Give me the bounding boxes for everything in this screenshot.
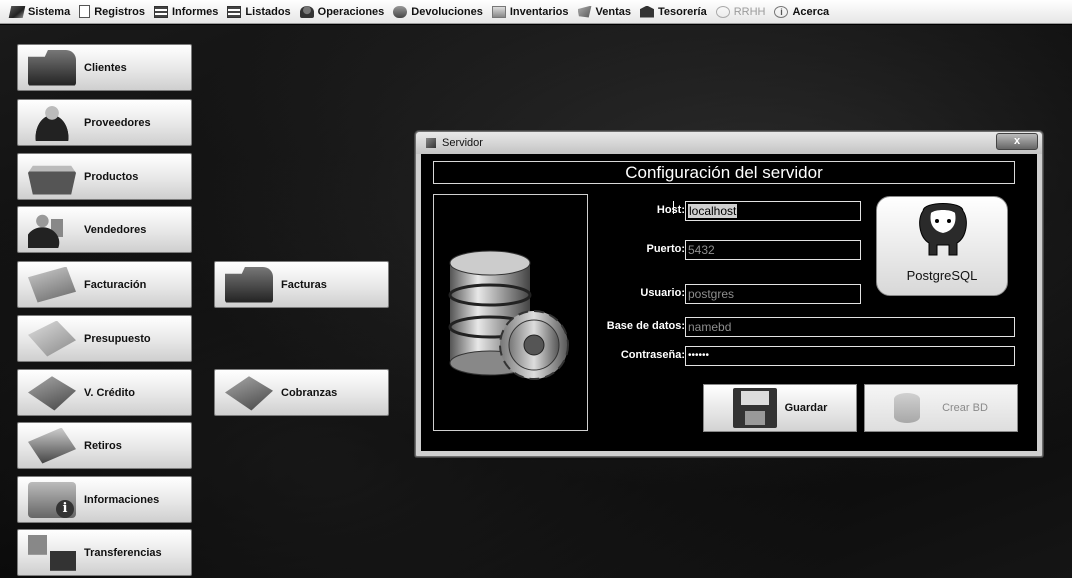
cobranzas-label: Cobranzas	[281, 386, 338, 399]
invoice-documents-icon	[28, 266, 76, 303]
elephant-icon	[919, 203, 967, 256]
facturas-label: Facturas	[281, 278, 327, 291]
collections-money-icon	[225, 376, 273, 411]
presupuesto-label: Presupuesto	[84, 332, 151, 345]
clientes-button[interactable]: Clientes	[17, 44, 192, 91]
proveedores-button[interactable]: Proveedores	[17, 99, 192, 146]
menu-tesoreria[interactable]: Tesorería	[639, 5, 707, 18]
transfer-arrows-icon	[28, 534, 76, 571]
dialog-titlebar[interactable]: Servidor	[416, 132, 1042, 154]
invoices-folder-icon	[225, 266, 273, 303]
transferencias-label: Transferencias	[84, 546, 162, 559]
retiros-label: Retiros	[84, 439, 122, 452]
puerto-label: Puerto:	[646, 243, 686, 255]
usuario-label: Usuario:	[640, 287, 685, 299]
withdrawal-cash-icon	[28, 427, 76, 464]
retiros-button[interactable]: Retiros	[17, 422, 192, 469]
crear-bd-button[interactable]: Crear BD	[864, 384, 1018, 432]
clients-folder-icon	[28, 49, 76, 86]
menu-operaciones[interactable]: Operaciones	[299, 5, 384, 18]
informaciones-label: Informaciones	[84, 493, 160, 506]
base-datos-value: namebd	[688, 320, 732, 334]
tesoreria-icon	[639, 5, 654, 18]
menu-bar: Sistema Registros Informes Listados Oper…	[0, 0, 1072, 24]
menu-informes[interactable]: Informes	[153, 5, 218, 18]
informaciones-button[interactable]: Informaciones	[17, 476, 192, 523]
acerca-icon: i	[774, 5, 789, 18]
crear-bd-label: Crear BD	[942, 402, 988, 414]
facturacion-label: Facturación	[84, 278, 147, 291]
dialog-heading: Configuración del servidor	[433, 161, 1015, 184]
informes-icon	[153, 5, 168, 18]
host-label: Host:	[656, 204, 685, 216]
seller-chart-icon	[28, 211, 76, 248]
host-value: localhost	[688, 204, 738, 218]
contrasena-value: ••••••	[688, 350, 710, 361]
listados-icon	[227, 5, 242, 18]
server-dialog: Servidor x Configuración del servidor Ho…	[415, 131, 1043, 457]
postgresql-logo: PostgreSQL	[876, 196, 1008, 296]
vendedores-button[interactable]: Vendedores	[17, 206, 192, 253]
database-image-panel	[433, 194, 588, 431]
budget-ledger-icon	[28, 320, 76, 357]
puerto-input[interactable]: 5432	[685, 240, 861, 260]
usuario-input[interactable]: postgres	[685, 284, 861, 304]
v-credito-label: V. Crédito	[84, 386, 135, 399]
dialog-title: Servidor	[442, 137, 483, 149]
dialog-body: Configuración del servidor Host: localho…	[421, 154, 1037, 451]
guardar-button[interactable]: Guardar	[703, 384, 857, 432]
v-credito-button[interactable]: V. Crédito	[17, 369, 192, 416]
contrasena-label: Contraseña:	[620, 349, 685, 361]
operaciones-icon	[299, 5, 314, 18]
devoluciones-icon	[393, 5, 408, 18]
ventas-icon	[577, 5, 592, 18]
inventarios-icon	[491, 5, 506, 18]
sistema-icon	[8, 5, 26, 18]
menu-registros[interactable]: Registros	[79, 5, 145, 18]
productos-label: Productos	[84, 170, 139, 183]
menu-sistema[interactable]: Sistema	[8, 5, 70, 18]
product-box-icon	[28, 165, 76, 195]
menu-inventarios[interactable]: Inventarios	[491, 5, 569, 18]
base-datos-input[interactable]: namebd	[685, 317, 1015, 337]
registros-icon	[79, 5, 91, 18]
menu-ventas[interactable]: Ventas	[577, 5, 631, 18]
credit-money-icon	[28, 376, 76, 411]
cobranzas-button[interactable]: Cobranzas	[214, 369, 389, 416]
base-datos-label: Base de datos:	[606, 320, 685, 332]
close-button[interactable]: x	[996, 133, 1038, 150]
supplier-person-icon	[28, 104, 76, 141]
host-input[interactable]: localhost	[685, 201, 861, 221]
floppy-disk-icon	[732, 388, 777, 428]
rrhh-icon	[715, 5, 730, 18]
guardar-label: Guardar	[784, 402, 828, 414]
database-cylinder-icon	[894, 393, 921, 423]
window-app-icon	[426, 138, 436, 148]
puerto-value: 5432	[688, 243, 715, 257]
productos-button[interactable]: Productos	[17, 153, 192, 200]
usuario-value: postgres	[688, 287, 735, 301]
clientes-label: Clientes	[84, 61, 127, 74]
text-cursor	[673, 201, 674, 214]
contrasena-input[interactable]: ••••••	[685, 346, 1015, 366]
menu-rrhh[interactable]: RRHH	[715, 5, 765, 18]
menu-acerca[interactable]: i Acerca	[774, 5, 829, 18]
info-folder-icon	[28, 481, 76, 518]
vendedores-label: Vendedores	[84, 223, 147, 236]
facturas-button[interactable]: Facturas	[214, 261, 389, 308]
menu-listados[interactable]: Listados	[227, 5, 291, 18]
presupuesto-button[interactable]: Presupuesto	[17, 315, 192, 362]
proveedores-label: Proveedores	[84, 116, 151, 129]
facturacion-button[interactable]: Facturación	[17, 261, 192, 308]
menu-devoluciones[interactable]: Devoluciones	[393, 5, 483, 18]
database-gear-icon	[448, 250, 569, 380]
postgresql-logo-text: PostgreSQL	[906, 268, 978, 283]
transferencias-button[interactable]: Transferencias	[17, 529, 192, 576]
